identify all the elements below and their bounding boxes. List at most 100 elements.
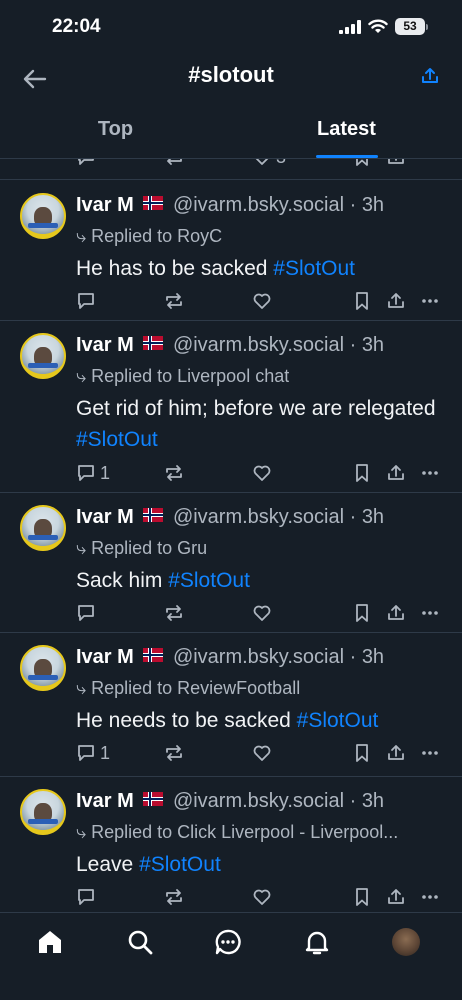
like-button[interactable] bbox=[252, 601, 272, 625]
speech-bubble-icon bbox=[78, 605, 94, 621]
partial-repost-button[interactable] bbox=[164, 159, 184, 169]
share-post-button[interactable] bbox=[386, 741, 406, 765]
share-post-button[interactable] bbox=[386, 885, 406, 909]
bookmark-button[interactable] bbox=[353, 289, 371, 313]
post-item[interactable]: Ivar M @ivarm.bsky.social · 3h ⤷ Replied… bbox=[0, 777, 462, 912]
page-title: #slotout bbox=[188, 62, 274, 87]
reply-button[interactable]: 1 bbox=[76, 741, 110, 765]
partial-more-button[interactable] bbox=[420, 158, 440, 169]
reply-arrow-icon: ⤷ bbox=[76, 538, 92, 558]
hashtag-link[interactable]: #SlotOut bbox=[168, 569, 250, 592]
partial-like-button[interactable]: 3 bbox=[252, 159, 286, 169]
more-button[interactable] bbox=[420, 289, 440, 313]
status-time: 22:04 bbox=[52, 16, 101, 37]
reply-context[interactable]: ⤷ Replied to Gru bbox=[76, 538, 207, 559]
author-handle[interactable]: @ivarm.bsky.social bbox=[173, 646, 344, 668]
speech-bubble-icon bbox=[78, 889, 94, 905]
tab-latest[interactable]: Latest bbox=[231, 100, 462, 158]
avatar[interactable] bbox=[20, 789, 66, 835]
reply-arrow-icon: ⤷ bbox=[76, 822, 92, 842]
post-item[interactable]: Ivar M @ivarm.bsky.social · 3h ⤷ Replied… bbox=[0, 321, 462, 493]
partial-actions-row: 3 bbox=[76, 158, 446, 169]
repost-button[interactable] bbox=[164, 601, 184, 625]
profile-avatar bbox=[392, 928, 420, 956]
tab-latest-label: Latest bbox=[317, 118, 376, 140]
share-post-button[interactable] bbox=[386, 601, 406, 625]
author-handle[interactable]: @ivarm.bsky.social bbox=[173, 334, 344, 356]
bookmark-button[interactable] bbox=[353, 741, 371, 765]
author-name[interactable]: Ivar M bbox=[76, 506, 134, 528]
nav-search[interactable] bbox=[125, 927, 155, 957]
more-button[interactable] bbox=[420, 741, 440, 765]
bookmark-button[interactable] bbox=[353, 461, 371, 485]
share-post-button[interactable] bbox=[386, 461, 406, 485]
reply-context[interactable]: ⤷ Replied to Click Liverpool - Liverpool… bbox=[76, 822, 398, 843]
repost-button[interactable] bbox=[164, 461, 184, 485]
reply-button[interactable] bbox=[76, 601, 100, 625]
post-text: He needs to be sacked #SlotOut bbox=[76, 705, 446, 736]
partial-share-button[interactable] bbox=[386, 159, 406, 169]
author-name[interactable]: Ivar M bbox=[76, 790, 134, 812]
reply-arrow-icon: ⤷ bbox=[76, 678, 92, 698]
more-button[interactable] bbox=[420, 885, 440, 909]
post-item[interactable]: Ivar M @ivarm.bsky.social · 3h ⤷ Replied… bbox=[0, 493, 462, 633]
share-post-button[interactable] bbox=[386, 289, 406, 313]
bookmark-icon bbox=[356, 159, 368, 166]
reply-context[interactable]: ⤷ Replied to Liverpool chat bbox=[76, 366, 289, 387]
repost-icon bbox=[167, 159, 182, 165]
share-icon bbox=[388, 293, 404, 308]
nav-chat[interactable] bbox=[213, 927, 243, 957]
author-name[interactable]: Ivar M bbox=[76, 194, 134, 216]
avatar[interactable] bbox=[20, 333, 66, 379]
more-dots-icon bbox=[422, 611, 438, 615]
reply-button[interactable]: 1 bbox=[76, 461, 110, 485]
like-button[interactable] bbox=[252, 289, 272, 313]
nav-home[interactable] bbox=[35, 927, 65, 957]
nav-notifications[interactable] bbox=[302, 927, 332, 957]
repost-button[interactable] bbox=[164, 741, 184, 765]
speech-bubble-icon bbox=[78, 745, 94, 761]
like-button[interactable] bbox=[252, 461, 272, 485]
post-actions bbox=[76, 601, 446, 625]
reply-context[interactable]: ⤷ Replied to ReviewFootball bbox=[76, 678, 300, 699]
avatar[interactable] bbox=[20, 505, 66, 551]
author-handle[interactable]: @ivarm.bsky.social bbox=[173, 506, 344, 528]
status-icons: 53 bbox=[339, 18, 428, 35]
author-name[interactable]: Ivar M bbox=[76, 334, 134, 356]
more-button[interactable] bbox=[420, 601, 440, 625]
post-time: 3h bbox=[361, 334, 385, 356]
speech-bubble-icon bbox=[78, 465, 94, 481]
hashtag-link[interactable]: #SlotOut bbox=[139, 853, 221, 876]
share-icon bbox=[388, 605, 404, 620]
separator-dot: · bbox=[349, 506, 357, 528]
author-name[interactable]: Ivar M bbox=[76, 646, 134, 668]
tab-top[interactable]: Top bbox=[0, 100, 231, 158]
avatar[interactable] bbox=[20, 645, 66, 691]
repost-button[interactable] bbox=[164, 885, 184, 909]
author-handle[interactable]: @ivarm.bsky.social bbox=[173, 194, 344, 216]
post-item[interactable]: Ivar M @ivarm.bsky.social · 3h ⤷ Replied… bbox=[0, 633, 462, 777]
partial-reply-button[interactable] bbox=[76, 159, 96, 169]
partial-bookmark-button[interactable] bbox=[353, 159, 371, 169]
separator-dot: · bbox=[349, 334, 357, 356]
like-button[interactable] bbox=[252, 885, 272, 909]
like-button[interactable] bbox=[252, 741, 272, 765]
hashtag-link[interactable]: #SlotOut bbox=[297, 709, 379, 732]
bookmark-button[interactable] bbox=[353, 885, 371, 909]
heart-icon bbox=[255, 159, 269, 165]
hashtag-link[interactable]: #SlotOut bbox=[273, 257, 355, 280]
hashtag-link[interactable]: #SlotOut bbox=[76, 428, 158, 451]
post-feed[interactable]: 3 Ivar M @ivarm.bsky.social · 3h ⤷ Repli… bbox=[0, 158, 462, 912]
reply-button[interactable] bbox=[76, 885, 100, 909]
reply-button[interactable] bbox=[76, 289, 100, 313]
share-button[interactable] bbox=[418, 64, 442, 88]
reply-context[interactable]: ⤷ Replied to RoyC bbox=[76, 226, 222, 247]
avatar[interactable] bbox=[20, 193, 66, 239]
more-button[interactable] bbox=[420, 461, 440, 485]
author-handle[interactable]: @ivarm.bsky.social bbox=[173, 790, 344, 812]
repost-button[interactable] bbox=[164, 289, 184, 313]
post-item[interactable]: Ivar M @ivarm.bsky.social · 3h ⤷ Replied… bbox=[0, 181, 462, 321]
nav-profile[interactable] bbox=[391, 927, 421, 957]
bookmark-button[interactable] bbox=[353, 601, 371, 625]
more-dots-icon bbox=[420, 158, 440, 167]
